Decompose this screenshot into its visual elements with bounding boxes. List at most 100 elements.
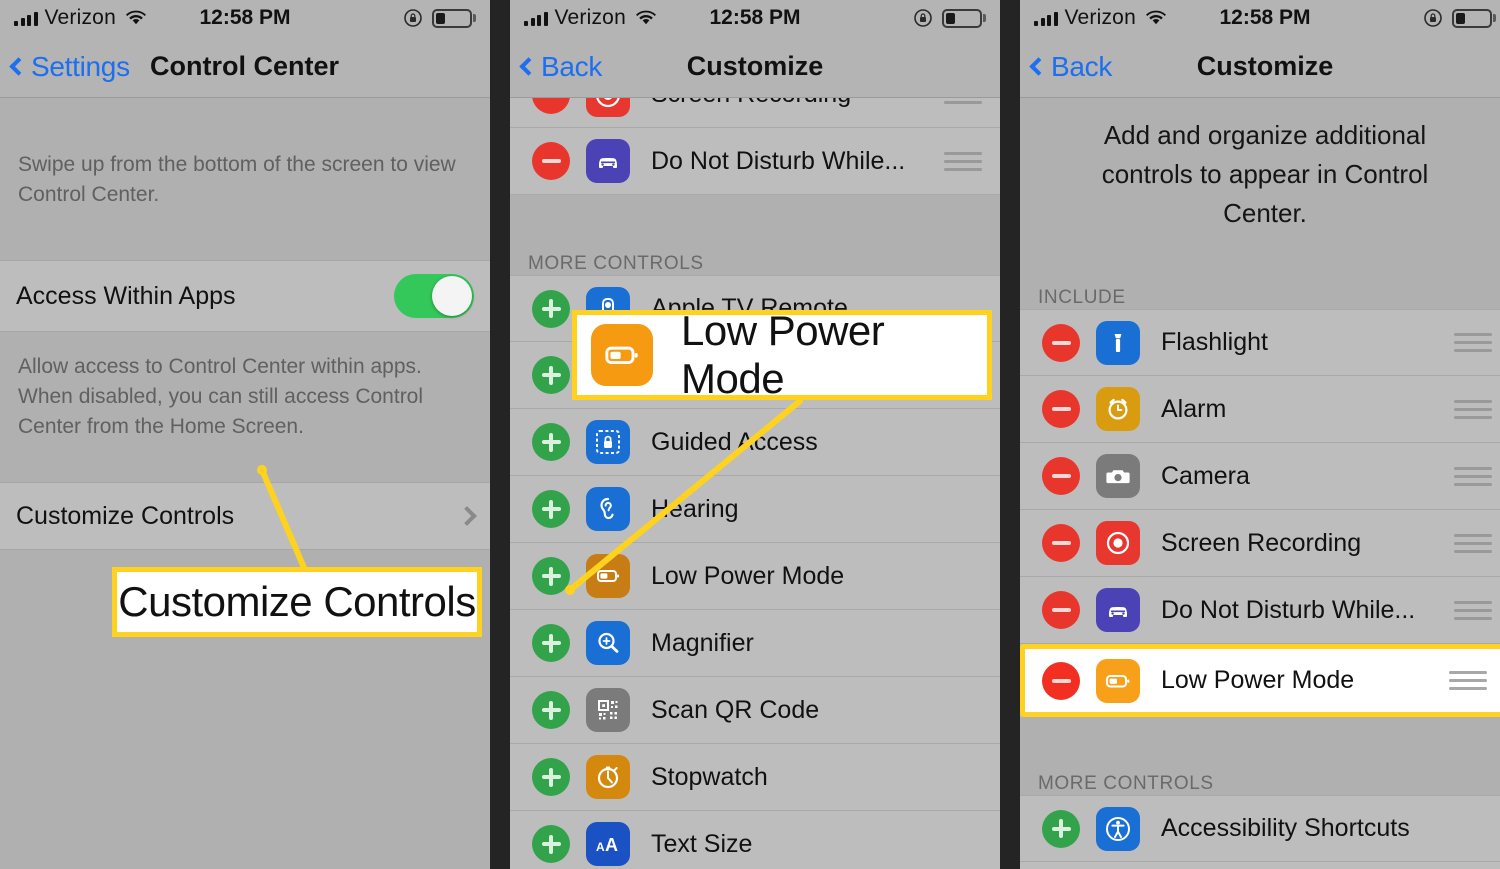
carrier-label: Verizon (44, 6, 116, 29)
section-gap (510, 195, 1000, 233)
remove-button[interactable] (1042, 661, 1080, 700)
row-label: Scan QR Code (651, 695, 820, 724)
status-bar: Verizon 12:58 PM (510, 0, 1000, 36)
panel-divider-1 (490, 0, 510, 869)
remove-button[interactable] (1042, 591, 1080, 629)
row-label: Alarm (1161, 394, 1227, 423)
control-center-description: Swipe up from the bottom of the screen t… (18, 153, 456, 206)
table-row[interactable]: Low Power Mode (510, 543, 1000, 610)
table-row[interactable]: Do Not Disturb While... (1020, 577, 1500, 644)
access-within-apps-label: Access Within Apps (16, 281, 236, 310)
remove-button[interactable] (532, 98, 570, 114)
ear-icon (586, 487, 630, 531)
table-row[interactable]: Do Not Disturb While... (510, 128, 1000, 195)
reorder-handle[interactable] (1454, 399, 1492, 419)
table-row[interactable]: Screen Recording (1020, 510, 1500, 577)
row-label: Screen Recording (651, 98, 851, 109)
remove-button[interactable] (1042, 524, 1080, 562)
reorder-handle[interactable] (1454, 466, 1492, 486)
carrier-label: Verizon (554, 6, 626, 29)
reorder-handle[interactable] (1454, 533, 1492, 553)
qr-code-icon (586, 688, 630, 732)
table-row[interactable]: Scan QR Code (510, 677, 1000, 744)
status-bar-left: Verizon (524, 6, 656, 30)
status-bar-right (913, 8, 986, 28)
cellular-bars-icon (524, 11, 548, 26)
screen-recording-icon (1096, 521, 1140, 565)
table-row[interactable]: Guided Access (510, 409, 1000, 476)
customize-content: Screen Recording Do Not Disturb While...… (510, 98, 1000, 869)
rotation-lock-icon (913, 8, 933, 28)
back-button-settings[interactable]: Settings (9, 51, 130, 83)
access-within-apps-row[interactable]: Access Within Apps (0, 260, 490, 332)
add-button[interactable] (532, 624, 570, 662)
reorder-handle[interactable] (944, 98, 982, 104)
add-button[interactable] (532, 557, 570, 595)
rotation-lock-icon (1423, 8, 1443, 28)
low-power-mode-icon (591, 324, 653, 386)
section-gap (1020, 717, 1500, 755)
page-title: Control Center (150, 51, 339, 81)
callout-low-power-mode: Low Power Mode (572, 307, 992, 402)
add-button[interactable] (532, 691, 570, 729)
table-row[interactable]: Stopwatch (510, 744, 1000, 811)
callout-low-power-mode-text: Low Power Mode (681, 307, 885, 402)
status-bar-right (403, 8, 476, 28)
reorder-handle[interactable] (1454, 333, 1492, 352)
panel-customize-include: Verizon 12:58 PM Back Customize Add and … (1020, 0, 1500, 869)
callout-customize-controls-text: Customize Controls (118, 578, 476, 625)
add-button[interactable] (1042, 809, 1080, 848)
table-row[interactable]: Accessibility Shortcuts (1020, 795, 1500, 862)
customize-controls-row[interactable]: Customize Controls (0, 482, 490, 550)
cellular-bars-icon (1034, 11, 1058, 26)
status-bar-right (1423, 8, 1496, 28)
remove-button[interactable] (532, 142, 570, 180)
add-button[interactable] (532, 289, 570, 328)
remove-button[interactable] (1042, 390, 1080, 428)
guided-access-icon (586, 420, 630, 464)
table-row-highlighted[interactable]: Low Power Mode (1020, 644, 1500, 717)
add-button[interactable] (532, 825, 570, 863)
back-button[interactable]: Back (519, 51, 602, 83)
row-label: Hearing (651, 494, 739, 523)
table-row[interactable]: Flashlight (1020, 309, 1500, 376)
add-button[interactable] (532, 758, 570, 796)
table-row[interactable]: Alarm (1020, 376, 1500, 443)
add-button[interactable] (532, 356, 570, 394)
table-row[interactable] (1020, 862, 1500, 869)
nav-bar: Back Customize (510, 36, 1000, 98)
remove-button[interactable] (1042, 323, 1080, 362)
wifi-icon (635, 10, 656, 26)
magnifier-icon (586, 621, 630, 665)
table-row[interactable]: Screen Recording (510, 98, 1000, 128)
add-button[interactable] (532, 490, 570, 528)
reorder-handle[interactable] (944, 151, 982, 171)
stopwatch-icon (586, 755, 630, 799)
chevron-left-icon (519, 57, 538, 76)
nav-bar: Back Customize (1020, 36, 1500, 98)
text-size-icon: AA (586, 822, 630, 866)
row-label: Flashlight (1161, 328, 1268, 356)
panel-control-center-settings: Verizon 12:58 PM Settings Control Center… (0, 0, 490, 869)
cellular-bars-icon (14, 11, 38, 26)
access-within-apps-toggle[interactable] (394, 274, 474, 318)
add-button[interactable] (532, 423, 570, 461)
intro-description: Add and organize additional controls to … (1101, 120, 1429, 228)
row-label: Stopwatch (651, 762, 768, 791)
reorder-handle[interactable] (1454, 600, 1492, 620)
reorder-handle[interactable] (1449, 671, 1487, 690)
toggle-knob (432, 276, 472, 316)
remove-button[interactable] (1042, 457, 1080, 495)
table-row[interactable]: AA Text Size (510, 811, 1000, 869)
table-row[interactable]: Magnifier (510, 610, 1000, 677)
status-bar: Verizon 12:58 PM (0, 0, 490, 36)
spacer-a (0, 210, 490, 260)
table-row[interactable]: Hearing (510, 476, 1000, 543)
camera-icon (1096, 454, 1140, 498)
row-label: Text Size (651, 829, 753, 858)
table-row[interactable]: Camera (1020, 443, 1500, 510)
panel-divider-2 (1000, 0, 1020, 869)
back-button[interactable]: Back (1029, 51, 1112, 83)
chevron-right-icon (457, 506, 477, 526)
access-within-apps-footer: Allow access to Control Center within ap… (18, 355, 424, 438)
